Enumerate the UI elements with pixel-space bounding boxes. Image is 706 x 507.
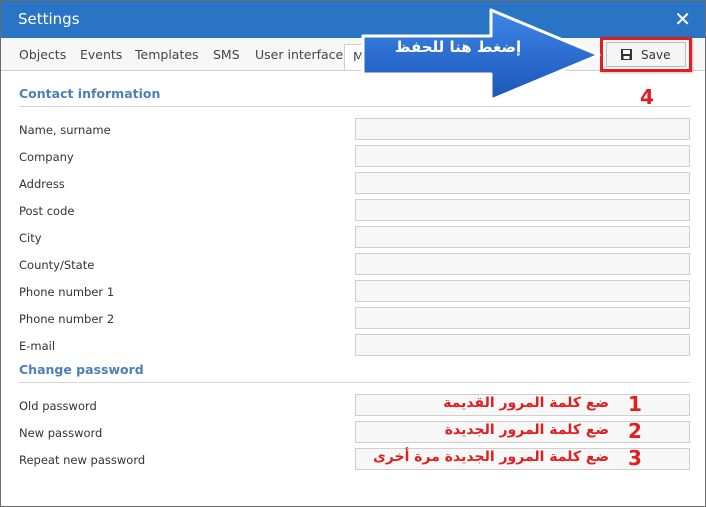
tab-my-account[interactable]: M: [344, 44, 373, 70]
step-1-number: 1: [628, 392, 642, 416]
phone-number-1-field[interactable]: [355, 280, 690, 302]
county-state-field[interactable]: [355, 253, 690, 275]
city-field[interactable]: [355, 226, 690, 248]
label-phone-number-1: Phone number 1: [19, 285, 115, 299]
email-field[interactable]: [355, 334, 690, 356]
post-code-field[interactable]: [355, 199, 690, 221]
section-divider: [19, 106, 690, 107]
label-email: E-mail: [19, 339, 56, 353]
floppy-disk-icon: [621, 49, 632, 60]
save-label: Save: [641, 48, 671, 62]
contact-section-title: Contact information: [19, 86, 161, 101]
step-3-annotation: ضع كلمة المرور الجديدة مرة أخرى: [372, 449, 609, 465]
label-address: Address: [19, 177, 65, 191]
label-post-code: Post code: [19, 204, 75, 218]
section-divider: [19, 382, 690, 383]
step-3-number: 3: [628, 446, 642, 470]
password-section-title: Change password: [19, 362, 144, 377]
step-2-annotation: ضع كلمة المرور الجديدة: [444, 422, 609, 438]
label-phone-number-2: Phone number 2: [19, 312, 115, 326]
close-icon[interactable]: ✕: [674, 7, 691, 31]
label-new-password: New password: [19, 426, 103, 440]
label-name-surname: Name, surname: [19, 123, 111, 137]
settings-dialog: Settings ✕ Objects Events Templates SMS …: [0, 0, 706, 507]
label-county-state: County/State: [19, 258, 95, 272]
phone-number-2-field[interactable]: [355, 307, 690, 329]
step-1-annotation: ضع كلمة المرور القديمة: [443, 395, 609, 411]
tab-user-interface[interactable]: User interface: [255, 47, 343, 62]
save-button[interactable]: Save: [606, 42, 686, 67]
tab-bar: Objects Events Templates SMS User interf…: [1, 38, 705, 71]
name-surname-field[interactable]: [355, 118, 690, 140]
label-city: City: [19, 231, 42, 245]
dialog-title: Settings: [18, 10, 80, 28]
tab-objects[interactable]: Objects: [19, 47, 66, 62]
company-field[interactable]: [355, 145, 690, 167]
tab-templates[interactable]: Templates: [135, 47, 199, 62]
tab-sms[interactable]: SMS: [213, 47, 240, 62]
tab-events[interactable]: Events: [80, 47, 122, 62]
label-repeat-new-password: Repeat new password: [19, 453, 146, 467]
arrow-callout-text: إضغط هنا للحفظ: [394, 38, 522, 56]
title-bar: Settings ✕: [1, 1, 705, 38]
address-field[interactable]: [355, 172, 690, 194]
step-2-number: 2: [628, 419, 642, 443]
label-company: Company: [19, 150, 74, 164]
label-old-password: Old password: [19, 399, 97, 413]
